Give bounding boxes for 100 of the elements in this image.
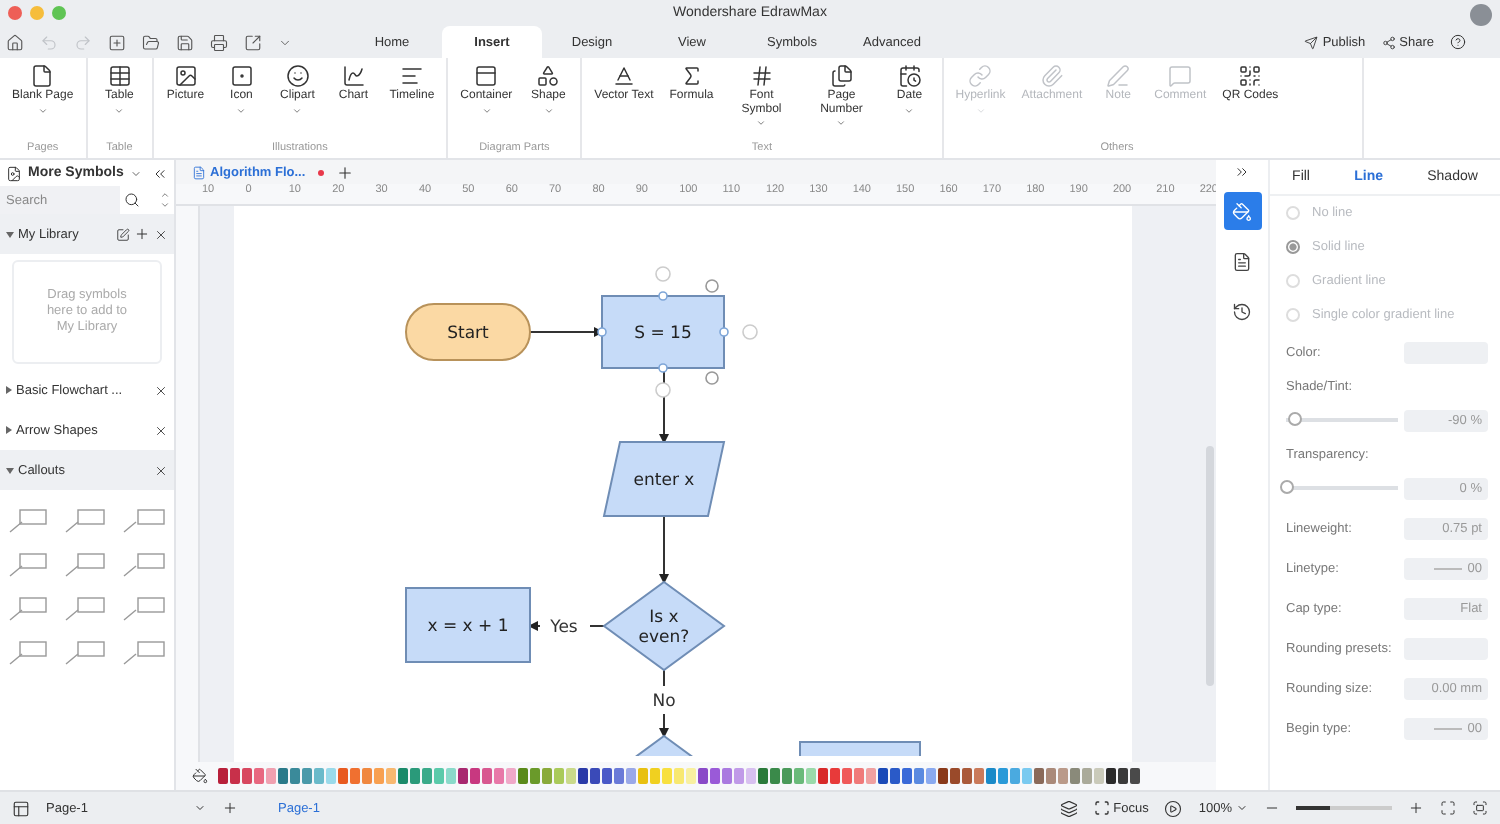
color-swatch[interactable] — [722, 768, 732, 784]
callout-thumbnail-icon[interactable] — [8, 594, 52, 622]
color-swatch[interactable] — [506, 768, 516, 784]
color-swatch[interactable] — [830, 768, 840, 784]
color-swatch[interactable] — [818, 768, 828, 784]
color-swatch[interactable] — [890, 768, 900, 784]
color-swatch[interactable] — [1070, 768, 1080, 784]
color-swatch[interactable] — [470, 768, 480, 784]
color-swatch[interactable] — [542, 768, 552, 784]
color-swatch[interactable] — [674, 768, 684, 784]
color-swatch[interactable] — [566, 768, 576, 784]
color-swatch[interactable] — [710, 768, 720, 784]
color-swatch[interactable] — [1010, 768, 1020, 784]
color-swatch[interactable] — [578, 768, 588, 784]
color-swatch[interactable] — [290, 768, 300, 784]
decision-diamond-shape[interactable]: Is x even? — [602, 580, 726, 672]
input-parallelogram-shape[interactable]: enter x — [602, 441, 726, 517]
color-swatch[interactable] — [1046, 768, 1056, 784]
color-swatch[interactable] — [230, 768, 240, 784]
callout-thumbnail-icon[interactable] — [121, 638, 166, 666]
color-swatch[interactable] — [218, 768, 228, 784]
color-swatch[interactable] — [1106, 768, 1116, 784]
color-swatch[interactable] — [590, 768, 600, 784]
color-swatch[interactable] — [902, 768, 912, 784]
slider-thumb[interactable] — [1288, 412, 1303, 426]
color-swatch[interactable] — [434, 768, 444, 784]
color-swatch[interactable] — [374, 768, 384, 784]
color-swatch[interactable] — [650, 768, 660, 784]
connector-arrow[interactable] — [529, 327, 604, 337]
color-swatch[interactable] — [866, 768, 876, 784]
color-swatch[interactable] — [782, 768, 792, 784]
connector-arrow[interactable] — [659, 515, 669, 584]
color-swatch[interactable] — [962, 768, 972, 784]
start-terminal-shape[interactable]: Start — [405, 303, 531, 361]
color-swatch[interactable] — [878, 768, 888, 784]
color-swatch[interactable] — [806, 768, 816, 784]
color-swatch[interactable] — [998, 768, 1008, 784]
color-swatch[interactable] — [338, 768, 348, 784]
callout-thumbnail-icon[interactable] — [121, 506, 166, 534]
slider-thumb[interactable] — [1280, 480, 1294, 494]
color-swatch[interactable] — [1118, 768, 1128, 784]
color-swatch[interactable] — [362, 768, 372, 784]
color-swatch[interactable] — [482, 768, 492, 784]
color-swatch[interactable] — [326, 768, 336, 784]
color-swatch[interactable] — [1058, 768, 1068, 784]
color-swatch[interactable] — [314, 768, 324, 784]
color-swatch[interactable] — [1130, 768, 1140, 784]
selection-handles[interactable] — [597, 266, 758, 398]
process-rectangle-shape[interactable]: S = 15 — [601, 295, 725, 369]
color-swatch[interactable] — [854, 768, 864, 784]
color-swatch[interactable] — [1082, 768, 1092, 784]
color-swatch[interactable] — [266, 768, 276, 784]
callout-thumbnail-icon[interactable] — [121, 550, 166, 578]
callout-thumbnail-icon[interactable] — [64, 550, 109, 578]
color-swatch[interactable] — [938, 768, 948, 784]
color-swatch[interactable] — [1022, 768, 1032, 784]
color-swatch[interactable] — [350, 768, 360, 784]
color-swatch[interactable] — [446, 768, 456, 784]
color-swatch[interactable] — [398, 768, 408, 784]
connector-arrow[interactable] — [659, 367, 669, 444]
color-swatch[interactable] — [950, 768, 960, 784]
color-swatch[interactable] — [758, 768, 768, 784]
color-swatch[interactable] — [386, 768, 396, 784]
callout-thumbnail-icon[interactable] — [64, 638, 109, 666]
color-swatch[interactable] — [602, 768, 612, 784]
color-swatch[interactable] — [662, 768, 672, 784]
color-swatch[interactable] — [1094, 768, 1104, 784]
color-swatch[interactable] — [914, 768, 924, 784]
connector-arrow[interactable] — [528, 621, 605, 631]
color-swatch[interactable] — [746, 768, 756, 784]
process-rectangle-shape[interactable]: x = x + 1 — [405, 587, 531, 663]
callout-thumbnail-icon[interactable] — [121, 594, 166, 622]
color-swatch[interactable] — [842, 768, 852, 784]
color-swatch[interactable] — [626, 768, 636, 784]
color-swatch[interactable] — [638, 768, 648, 784]
color-swatch[interactable] — [254, 768, 264, 784]
color-swatch[interactable] — [302, 768, 312, 784]
window-controls[interactable] — [8, 6, 66, 20]
color-swatch[interactable] — [614, 768, 624, 784]
callout-thumbnail-icon[interactable] — [8, 506, 52, 534]
callout-thumbnail-icon[interactable] — [8, 550, 52, 578]
color-swatch[interactable] — [926, 768, 936, 784]
color-swatch[interactable] — [458, 768, 468, 784]
color-swatch[interactable] — [794, 768, 804, 784]
color-swatch[interactable] — [698, 768, 708, 784]
color-swatch[interactable] — [530, 768, 540, 784]
color-swatch[interactable] — [410, 768, 420, 784]
color-swatch[interactable] — [986, 768, 996, 784]
color-swatch[interactable] — [278, 768, 288, 784]
color-swatch[interactable] — [242, 768, 252, 784]
color-swatch[interactable] — [422, 768, 432, 784]
color-swatch[interactable] — [686, 768, 696, 784]
color-swatch[interactable] — [554, 768, 564, 784]
color-swatch[interactable] — [770, 768, 780, 784]
color-swatch[interactable] — [734, 768, 744, 784]
avatar[interactable] — [1470, 4, 1492, 26]
callout-thumbnail-icon[interactable] — [64, 594, 109, 622]
color-swatch[interactable] — [494, 768, 504, 784]
color-swatch[interactable] — [1034, 768, 1044, 784]
color-swatch[interactable] — [518, 768, 528, 784]
